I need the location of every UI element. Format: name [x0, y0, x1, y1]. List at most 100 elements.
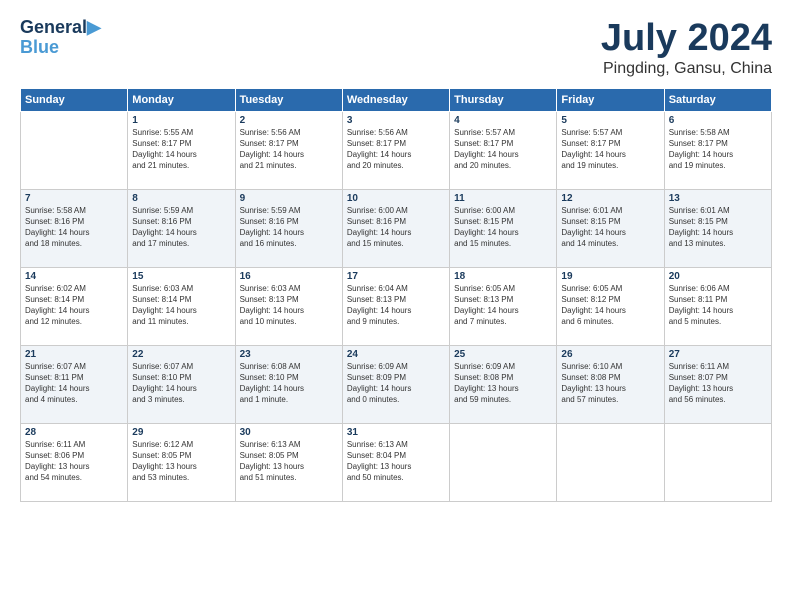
calendar-cell: 17Sunrise: 6:04 AM Sunset: 8:13 PM Dayli… — [342, 267, 449, 345]
week-row-2: 7Sunrise: 5:58 AM Sunset: 8:16 PM Daylig… — [21, 189, 772, 267]
day-info: Sunrise: 6:02 AM Sunset: 8:14 PM Dayligh… — [25, 283, 123, 328]
location: Pingding, Gansu, China — [601, 60, 772, 78]
day-number: 4 — [454, 115, 552, 126]
calendar-cell: 14Sunrise: 6:02 AM Sunset: 8:14 PM Dayli… — [21, 267, 128, 345]
day-info: Sunrise: 6:00 AM Sunset: 8:15 PM Dayligh… — [454, 205, 552, 250]
month-title: July 2024 — [601, 18, 772, 60]
calendar-cell: 9Sunrise: 5:59 AM Sunset: 8:16 PM Daylig… — [235, 189, 342, 267]
day-info: Sunrise: 6:12 AM Sunset: 8:05 PM Dayligh… — [132, 439, 230, 484]
calendar-cell — [664, 423, 771, 501]
day-number: 31 — [347, 427, 445, 438]
day-info: Sunrise: 6:13 AM Sunset: 8:05 PM Dayligh… — [240, 439, 338, 484]
calendar-cell: 16Sunrise: 6:03 AM Sunset: 8:13 PM Dayli… — [235, 267, 342, 345]
day-info: Sunrise: 6:09 AM Sunset: 8:09 PM Dayligh… — [347, 361, 445, 406]
day-info: Sunrise: 5:59 AM Sunset: 8:16 PM Dayligh… — [132, 205, 230, 250]
calendar-cell: 31Sunrise: 6:13 AM Sunset: 8:04 PM Dayli… — [342, 423, 449, 501]
day-info: Sunrise: 6:06 AM Sunset: 8:11 PM Dayligh… — [669, 283, 767, 328]
calendar-cell: 30Sunrise: 6:13 AM Sunset: 8:05 PM Dayli… — [235, 423, 342, 501]
calendar-cell: 10Sunrise: 6:00 AM Sunset: 8:16 PM Dayli… — [342, 189, 449, 267]
title-block: July 2024 Pingding, Gansu, China — [601, 18, 772, 78]
calendar-cell: 22Sunrise: 6:07 AM Sunset: 8:10 PM Dayli… — [128, 345, 235, 423]
day-number: 26 — [561, 349, 659, 360]
day-info: Sunrise: 6:01 AM Sunset: 8:15 PM Dayligh… — [669, 205, 767, 250]
calendar-cell: 8Sunrise: 5:59 AM Sunset: 8:16 PM Daylig… — [128, 189, 235, 267]
calendar-cell — [450, 423, 557, 501]
day-number: 21 — [25, 349, 123, 360]
calendar-cell: 27Sunrise: 6:11 AM Sunset: 8:07 PM Dayli… — [664, 345, 771, 423]
calendar-table: SundayMondayTuesdayWednesdayThursdayFrid… — [20, 88, 772, 502]
calendar-cell: 19Sunrise: 6:05 AM Sunset: 8:12 PM Dayli… — [557, 267, 664, 345]
day-number: 17 — [347, 271, 445, 282]
day-info: Sunrise: 5:58 AM Sunset: 8:16 PM Dayligh… — [25, 205, 123, 250]
day-number: 15 — [132, 271, 230, 282]
calendar-cell: 13Sunrise: 6:01 AM Sunset: 8:15 PM Dayli… — [664, 189, 771, 267]
calendar-cell: 7Sunrise: 5:58 AM Sunset: 8:16 PM Daylig… — [21, 189, 128, 267]
week-row-5: 28Sunrise: 6:11 AM Sunset: 8:06 PM Dayli… — [21, 423, 772, 501]
day-number: 2 — [240, 115, 338, 126]
calendar-cell — [557, 423, 664, 501]
calendar-cell — [21, 111, 128, 189]
day-number: 14 — [25, 271, 123, 282]
day-info: Sunrise: 5:57 AM Sunset: 8:17 PM Dayligh… — [561, 127, 659, 172]
day-number: 13 — [669, 193, 767, 204]
calendar-cell: 20Sunrise: 6:06 AM Sunset: 8:11 PM Dayli… — [664, 267, 771, 345]
day-number: 20 — [669, 271, 767, 282]
day-info: Sunrise: 6:03 AM Sunset: 8:14 PM Dayligh… — [132, 283, 230, 328]
weekday-header-sunday: Sunday — [21, 88, 128, 111]
day-number: 29 — [132, 427, 230, 438]
day-number: 12 — [561, 193, 659, 204]
calendar-cell: 28Sunrise: 6:11 AM Sunset: 8:06 PM Dayli… — [21, 423, 128, 501]
calendar-cell: 24Sunrise: 6:09 AM Sunset: 8:09 PM Dayli… — [342, 345, 449, 423]
day-number: 19 — [561, 271, 659, 282]
weekday-header-thursday: Thursday — [450, 88, 557, 111]
day-info: Sunrise: 6:11 AM Sunset: 8:06 PM Dayligh… — [25, 439, 123, 484]
day-info: Sunrise: 5:56 AM Sunset: 8:17 PM Dayligh… — [240, 127, 338, 172]
day-number: 11 — [454, 193, 552, 204]
day-info: Sunrise: 6:10 AM Sunset: 8:08 PM Dayligh… — [561, 361, 659, 406]
weekday-header-row: SundayMondayTuesdayWednesdayThursdayFrid… — [21, 88, 772, 111]
day-number: 9 — [240, 193, 338, 204]
week-row-4: 21Sunrise: 6:07 AM Sunset: 8:11 PM Dayli… — [21, 345, 772, 423]
day-info: Sunrise: 6:00 AM Sunset: 8:16 PM Dayligh… — [347, 205, 445, 250]
calendar-cell: 23Sunrise: 6:08 AM Sunset: 8:10 PM Dayli… — [235, 345, 342, 423]
page: General▶ Blue July 2024 Pingding, Gansu,… — [0, 0, 792, 612]
calendar-cell: 25Sunrise: 6:09 AM Sunset: 8:08 PM Dayli… — [450, 345, 557, 423]
day-info: Sunrise: 6:07 AM Sunset: 8:11 PM Dayligh… — [25, 361, 123, 406]
day-info: Sunrise: 6:05 AM Sunset: 8:13 PM Dayligh… — [454, 283, 552, 328]
logo: General▶ Blue — [20, 18, 101, 58]
day-info: Sunrise: 6:09 AM Sunset: 8:08 PM Dayligh… — [454, 361, 552, 406]
calendar-cell: 2Sunrise: 5:56 AM Sunset: 8:17 PM Daylig… — [235, 111, 342, 189]
day-number: 3 — [347, 115, 445, 126]
day-info: Sunrise: 6:07 AM Sunset: 8:10 PM Dayligh… — [132, 361, 230, 406]
day-number: 10 — [347, 193, 445, 204]
day-number: 24 — [347, 349, 445, 360]
day-number: 22 — [132, 349, 230, 360]
day-info: Sunrise: 6:08 AM Sunset: 8:10 PM Dayligh… — [240, 361, 338, 406]
day-info: Sunrise: 6:03 AM Sunset: 8:13 PM Dayligh… — [240, 283, 338, 328]
calendar-cell: 4Sunrise: 5:57 AM Sunset: 8:17 PM Daylig… — [450, 111, 557, 189]
day-info: Sunrise: 6:05 AM Sunset: 8:12 PM Dayligh… — [561, 283, 659, 328]
calendar-cell: 15Sunrise: 6:03 AM Sunset: 8:14 PM Dayli… — [128, 267, 235, 345]
weekday-header-monday: Monday — [128, 88, 235, 111]
day-info: Sunrise: 5:57 AM Sunset: 8:17 PM Dayligh… — [454, 127, 552, 172]
day-number: 16 — [240, 271, 338, 282]
calendar-cell: 29Sunrise: 6:12 AM Sunset: 8:05 PM Dayli… — [128, 423, 235, 501]
day-number: 30 — [240, 427, 338, 438]
logo-text: General▶ — [20, 18, 101, 38]
day-info: Sunrise: 5:58 AM Sunset: 8:17 PM Dayligh… — [669, 127, 767, 172]
weekday-header-friday: Friday — [557, 88, 664, 111]
calendar-cell: 11Sunrise: 6:00 AM Sunset: 8:15 PM Dayli… — [450, 189, 557, 267]
calendar-cell: 21Sunrise: 6:07 AM Sunset: 8:11 PM Dayli… — [21, 345, 128, 423]
day-number: 1 — [132, 115, 230, 126]
day-info: Sunrise: 6:11 AM Sunset: 8:07 PM Dayligh… — [669, 361, 767, 406]
day-number: 18 — [454, 271, 552, 282]
calendar-cell: 18Sunrise: 6:05 AM Sunset: 8:13 PM Dayli… — [450, 267, 557, 345]
calendar-cell: 3Sunrise: 5:56 AM Sunset: 8:17 PM Daylig… — [342, 111, 449, 189]
day-number: 28 — [25, 427, 123, 438]
calendar-cell: 5Sunrise: 5:57 AM Sunset: 8:17 PM Daylig… — [557, 111, 664, 189]
day-info: Sunrise: 5:59 AM Sunset: 8:16 PM Dayligh… — [240, 205, 338, 250]
calendar-cell: 12Sunrise: 6:01 AM Sunset: 8:15 PM Dayli… — [557, 189, 664, 267]
header: General▶ Blue July 2024 Pingding, Gansu,… — [20, 18, 772, 78]
weekday-header-wednesday: Wednesday — [342, 88, 449, 111]
day-number: 6 — [669, 115, 767, 126]
